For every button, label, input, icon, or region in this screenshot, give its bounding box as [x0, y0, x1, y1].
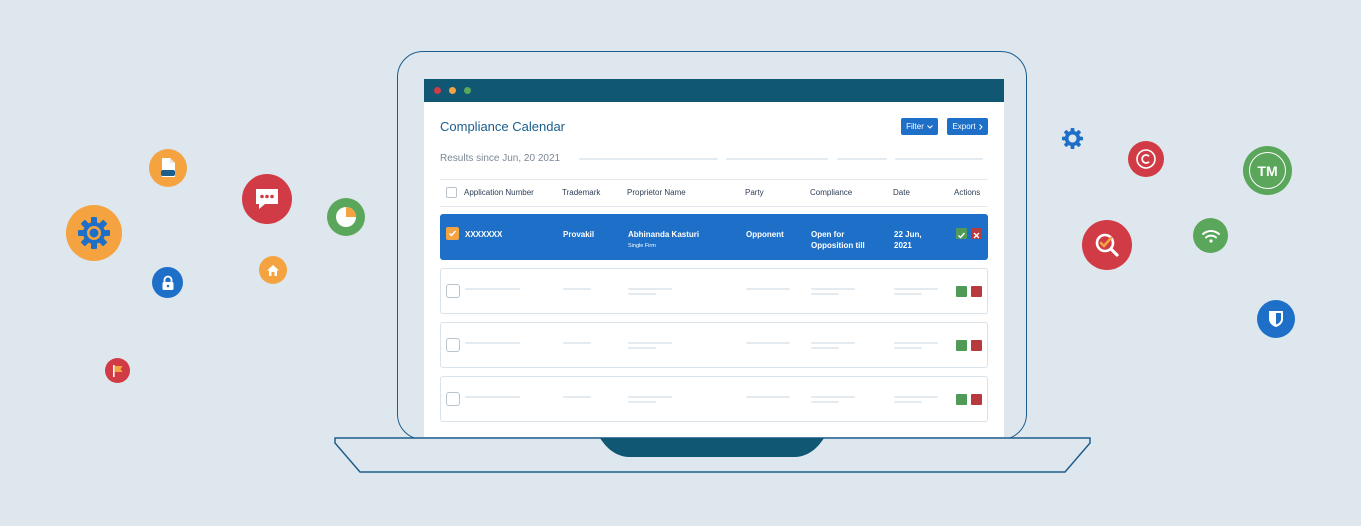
placeholder-line [579, 158, 718, 160]
compliance-line-2: Opposition till [811, 241, 865, 250]
approve-button[interactable] [956, 394, 967, 405]
page-title: Compliance Calendar [440, 119, 566, 134]
placeholder-line [837, 158, 887, 160]
placeholder-line [894, 401, 922, 403]
settings-icon [1061, 127, 1084, 155]
column-header[interactable]: Party [745, 188, 764, 197]
proprietor-name: Abhinanda Kasturi [628, 230, 700, 239]
placeholder-line [895, 158, 983, 160]
placeholder-line [746, 288, 790, 290]
document-icon [149, 149, 187, 187]
row-checkbox[interactable] [446, 284, 460, 298]
placeholder-line [811, 288, 855, 290]
table-header: Application Number Trademark Proprietor … [440, 179, 988, 207]
proprietor-cell: Abhinanda Kasturi Single Firm [628, 229, 699, 252]
app-window: Compliance Calendar Filter Export Result… [424, 79, 1004, 437]
application-number: XXXXXXX [465, 230, 503, 239]
column-header[interactable]: Date [893, 188, 910, 197]
reject-button[interactable] [971, 394, 982, 405]
table-row[interactable] [440, 322, 988, 368]
compliance-cell: Open for Opposition till [811, 229, 865, 251]
wifi-icon [1193, 218, 1228, 253]
chevron-down-icon [927, 124, 933, 129]
pie-chart-icon [327, 198, 365, 236]
check-icon [448, 230, 457, 237]
placeholder-line [726, 158, 828, 160]
filter-button[interactable]: Filter [901, 118, 938, 135]
check-icon [958, 232, 966, 239]
date-line-2: 2021 [894, 241, 912, 250]
lock-icon [152, 267, 183, 298]
table-row-selected[interactable]: XXXXXXX Provakil Abhinanda Kasturi Singl… [440, 214, 988, 260]
window-minimize-dot[interactable] [449, 87, 456, 94]
select-all-checkbox[interactable] [446, 187, 457, 198]
placeholder-line [894, 396, 938, 398]
reject-button[interactable] [971, 286, 982, 297]
window-close-dot[interactable] [434, 87, 441, 94]
date-cell: 22 Jun, 2021 [894, 229, 922, 251]
placeholder-line [746, 396, 790, 398]
compliance-line-1: Open for [811, 230, 845, 239]
placeholder-line [811, 347, 839, 349]
window-titlebar [424, 79, 1004, 102]
window-maximize-dot[interactable] [464, 87, 471, 94]
placeholder-line [628, 288, 672, 290]
table-row[interactable] [440, 268, 988, 314]
gear-icon [66, 205, 122, 261]
approve-button[interactable] [956, 340, 967, 351]
placeholder-line [563, 288, 591, 290]
row-checkbox[interactable] [446, 338, 460, 352]
column-header[interactable]: Trademark [562, 188, 600, 197]
proprietor-type: Single Firm [628, 243, 656, 249]
chevron-right-icon [978, 123, 983, 130]
placeholder-line [811, 396, 855, 398]
filter-button-label: Filter [906, 122, 924, 131]
trademark-icon: TM [1243, 146, 1292, 195]
search-check-icon [1082, 220, 1132, 270]
reject-button[interactable] [971, 228, 982, 239]
placeholder-line [811, 293, 839, 295]
placeholder-line [811, 401, 839, 403]
laptop-base [334, 437, 1091, 473]
home-icon [259, 256, 287, 284]
column-header[interactable]: Proprietor Name [627, 188, 686, 197]
flag-icon [105, 358, 130, 383]
results-summary: Results since Jun, 20 2021 [440, 153, 561, 164]
placeholder-line [465, 288, 520, 290]
close-icon [973, 232, 980, 239]
export-button[interactable]: Export [947, 118, 988, 135]
column-header[interactable]: Compliance [810, 188, 852, 197]
party-value: Opponent [746, 230, 784, 239]
approve-button[interactable] [956, 228, 967, 239]
row-checkbox-checked[interactable] [446, 227, 459, 240]
approve-button[interactable] [956, 286, 967, 297]
copyright-icon [1128, 141, 1164, 177]
placeholder-line [894, 293, 922, 295]
column-header: Actions [954, 188, 981, 197]
table-row[interactable] [440, 376, 988, 422]
placeholder-line [894, 342, 938, 344]
placeholder-line [894, 347, 922, 349]
row-checkbox[interactable] [446, 392, 460, 406]
placeholder-line [894, 288, 938, 290]
placeholder-line [628, 342, 672, 344]
placeholder-line [628, 293, 656, 295]
placeholder-line [465, 342, 520, 344]
placeholder-line [563, 342, 591, 344]
reject-button[interactable] [971, 340, 982, 351]
date-line-1: 22 Jun, [894, 230, 922, 239]
placeholder-line [628, 401, 656, 403]
column-header[interactable]: Application Number [464, 188, 534, 197]
placeholder-line [811, 342, 855, 344]
placeholder-line [628, 396, 672, 398]
trademark-name: Provakil [563, 230, 595, 239]
placeholder-line [628, 347, 656, 349]
shield-icon [1257, 300, 1295, 338]
placeholder-line [746, 342, 790, 344]
export-button-label: Export [952, 122, 976, 131]
chat-icon [242, 174, 292, 224]
placeholder-line [563, 396, 591, 398]
trademark-badge: TM [1249, 152, 1286, 189]
placeholder-line [465, 396, 520, 398]
